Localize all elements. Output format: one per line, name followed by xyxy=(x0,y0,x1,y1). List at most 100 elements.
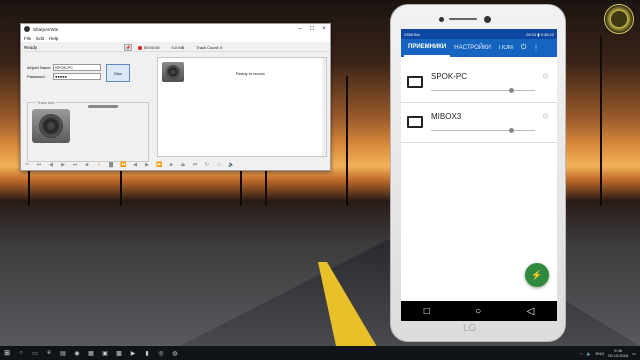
fast-forward-icon[interactable]: ⏩ xyxy=(156,162,162,168)
explorer-icon[interactable]: ▤ xyxy=(56,346,70,360)
volume-tray-icon[interactable]: 🔈 xyxy=(587,351,592,356)
device-name: SPOK-PC xyxy=(431,72,468,81)
front-camera-icon xyxy=(439,17,444,22)
taskbar: ⊞ ○ ▭ e ▤ ◉ ▦ ▣ ▩ ▶ ▮ ◎ ◍ ⌁ 🔈 ENG 9:46 0… xyxy=(0,346,640,360)
record-indicator-icon xyxy=(138,45,142,50)
status-row: Ready 📌 00:00:00 0.0 MB Track Count: 0 xyxy=(24,44,329,52)
rec-size: 0.0 MB xyxy=(171,45,185,50)
scrollbar[interactable] xyxy=(322,58,326,156)
power-icon[interactable]: ⏻ xyxy=(521,44,527,52)
eject-icon[interactable]: ⏏ xyxy=(180,162,186,168)
chrome-icon[interactable]: ◉ xyxy=(70,346,84,360)
start-button[interactable]: ⊞ xyxy=(0,346,14,360)
notifications-icon[interactable]: ▭ xyxy=(632,351,636,356)
device-volume-slider[interactable] xyxy=(431,88,535,93)
lg-logo: LG xyxy=(463,323,477,334)
speaker-icon xyxy=(32,109,70,143)
slider-knob[interactable] xyxy=(509,88,515,93)
log-pane: Ready to record. xyxy=(157,57,327,157)
phone-status-bar: 2356 B/s 09:10 ▮ 9:46:22 xyxy=(401,29,557,39)
monitor-icon[interactable]: ▭ xyxy=(216,162,222,168)
tab-receivers[interactable]: ПРИЕМНИКИ xyxy=(404,39,451,57)
device-volume-slider[interactable] xyxy=(431,128,535,133)
password-label: Password xyxy=(27,74,45,79)
tab-help[interactable]: ПОМ xyxy=(495,39,517,57)
device-row[interactable]: MIBOX3 ⚙ xyxy=(401,107,557,143)
device-row[interactable]: SPOK-PC ⚙ xyxy=(401,67,557,103)
minimize-button[interactable]: – xyxy=(294,24,306,34)
record-icon[interactable]: ○ xyxy=(96,162,102,168)
network-icon[interactable]: ⌁ xyxy=(580,351,582,356)
menu-edit[interactable]: Edit xyxy=(36,36,44,41)
flash-fab-button[interactable]: ⚡ xyxy=(525,263,549,287)
overflow-menu-icon[interactable]: ⋮ xyxy=(532,44,539,52)
device-name: MIBOX3 xyxy=(431,112,462,121)
status-text: Ready xyxy=(24,45,38,50)
close-button[interactable]: × xyxy=(318,24,330,34)
folder-icon[interactable]: ▇ xyxy=(108,162,114,168)
phone-app-bar: ПРИЕМНИКИ НАСТРОЙКИ ПОМ ⏻ ⋮ xyxy=(401,39,557,57)
volume-icon[interactable]: 🔈 xyxy=(228,162,234,168)
app-icon[interactable]: ▦ xyxy=(84,346,98,360)
stop-icon[interactable]: ■ xyxy=(84,162,90,168)
ready-to-record-text: Ready to record. xyxy=(236,71,266,76)
maximize-button[interactable]: □ xyxy=(306,24,318,34)
rewind-icon[interactable]: ⏪ xyxy=(120,162,126,168)
title-bar: SharpAirWin – □ × xyxy=(21,24,330,34)
volume-slider[interactable] xyxy=(88,105,118,108)
repeat-icon[interactable]: ↻ xyxy=(204,162,210,168)
search-icon[interactable]: ○ xyxy=(14,346,28,360)
app-icon xyxy=(24,26,30,32)
clock-date: 09.10.2016 xyxy=(608,353,629,358)
status-left: 2356 B/s xyxy=(404,31,420,37)
task-view-icon[interactable]: ▭ xyxy=(28,346,42,360)
edge-icon[interactable]: e xyxy=(42,346,56,360)
play-icon[interactable]: ▶ xyxy=(60,162,66,168)
playback-toolbar: ✂ ⏮ ◀ ▶ ⏭ ■ ○ ▇ ⏪ ◀ ▶ ⏩ ■ ⏏ ⇄ ↻ ▭ 🔈 xyxy=(24,160,329,169)
palm-tree xyxy=(346,76,348,206)
gear-icon[interactable]: ⚙ xyxy=(542,112,549,121)
back-icon[interactable]: ◁ xyxy=(527,306,535,317)
speaker-app-icon[interactable]: ◍ xyxy=(168,346,182,360)
sharpair-icon[interactable]: ◎ xyxy=(154,346,168,360)
terminal-icon[interactable]: ▮ xyxy=(140,346,154,360)
media-icon[interactable]: ▶ xyxy=(126,346,140,360)
home-icon[interactable]: ○ xyxy=(475,306,481,317)
watermark-badge-icon xyxy=(604,4,634,34)
gear-icon[interactable]: ⚙ xyxy=(542,72,549,81)
pin-icon[interactable]: 📌 xyxy=(124,44,132,51)
airplay-icon xyxy=(407,76,423,88)
system-tray: ⌁ 🔈 ENG 9:46 09.10.2016 ▭ xyxy=(580,346,636,360)
track-count: Track Count: 0 xyxy=(196,45,223,50)
window-title: SharpAirWin xyxy=(33,26,59,32)
status-time: 09:10 ▮ 9:46:22 xyxy=(526,31,554,37)
stop2-icon[interactable]: ■ xyxy=(168,162,174,168)
phone-screen: 2356 B/s 09:10 ▮ 9:46:22 ПРИЕМНИКИ НАСТР… xyxy=(401,29,557,321)
forward-icon[interactable]: ▶ xyxy=(144,162,150,168)
photos-icon[interactable]: ▩ xyxy=(112,346,126,360)
settings-icon[interactable]: ✂ xyxy=(24,162,30,168)
recents-icon[interactable]: □ xyxy=(424,306,430,317)
speaker-small-icon xyxy=(162,62,184,82)
rec-time: 00:00:00 xyxy=(144,45,160,50)
earpiece xyxy=(449,18,477,20)
store-icon[interactable]: ▣ xyxy=(98,346,112,360)
shuffle-icon[interactable]: ⇄ xyxy=(192,162,198,168)
slider-knob[interactable] xyxy=(509,128,515,133)
sensor-icon xyxy=(484,16,491,23)
phone: 2356 B/s 09:10 ▮ 9:46:22 ПРИЕМНИКИ НАСТР… xyxy=(390,4,566,342)
language-indicator[interactable]: ENG xyxy=(596,351,605,356)
menu-file[interactable]: File xyxy=(24,36,31,41)
menu-bar: File Edit Help xyxy=(21,34,330,42)
password-input[interactable]: ●●●●● xyxy=(53,73,101,80)
next-icon[interactable]: ⏭ xyxy=(72,162,78,168)
prev-icon[interactable]: ◀ xyxy=(48,162,54,168)
back-icon[interactable]: ◀ xyxy=(132,162,138,168)
clock[interactable]: 9:46 09.10.2016 xyxy=(608,348,628,358)
menu-help[interactable]: Help xyxy=(49,36,58,41)
skip-back-icon[interactable]: ⏮ xyxy=(36,162,42,168)
airport-name-input[interactable]: SPOK-PC xyxy=(53,64,101,71)
track-info-group: Track Info xyxy=(27,100,149,162)
tab-settings[interactable]: НАСТРОЙКИ xyxy=(450,39,495,57)
connect-button[interactable]: Disc xyxy=(106,64,130,82)
